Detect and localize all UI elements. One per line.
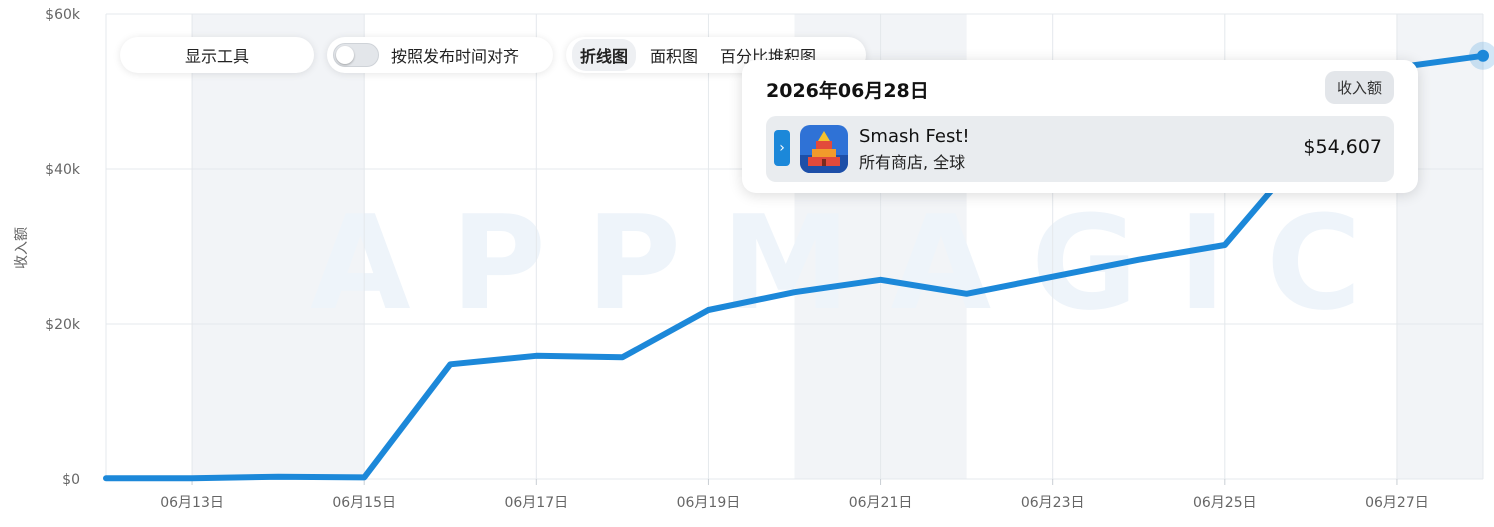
data-tooltip: 2026年06月28日 收入额 › Smash Fest! 所有商店, 全球 $… xyxy=(742,60,1418,193)
chart-type-line-tab[interactable]: 折线图 xyxy=(572,39,637,71)
align-release-toggle-control[interactable]: 按照发布时间对齐 xyxy=(327,37,553,73)
x-tick-label: 06月23日 xyxy=(1021,495,1085,511)
align-release-toggle[interactable] xyxy=(333,43,379,67)
highlighted-data-point xyxy=(1477,49,1489,62)
y-tick-label: $20k xyxy=(45,317,81,333)
series-marker-icon: › xyxy=(774,130,790,166)
toggle-knob xyxy=(336,46,354,64)
chart-type-area-tab[interactable]: 面积图 xyxy=(642,39,706,71)
tooltip-metric-badge: 收入额 xyxy=(1324,71,1394,104)
tooltip-app-name: Smash Fest! xyxy=(859,126,970,147)
show-tools-label: 显示工具 xyxy=(184,47,249,66)
tooltip-app-row: › Smash Fest! 所有商店, 全球 $54,607 xyxy=(766,116,1394,182)
tooltip-date: 2026年06月28日 xyxy=(766,80,929,102)
y-tick-label: $40k xyxy=(45,162,81,178)
app-icon xyxy=(800,125,848,173)
x-tick-label: 06月13日 xyxy=(160,495,224,511)
x-tick-label: 06月25日 xyxy=(1193,495,1257,511)
x-tick-label: 06月19日 xyxy=(677,495,741,511)
y-axis-label: 收入额 xyxy=(14,227,30,269)
watermark: APPMAGIC xyxy=(310,187,1402,339)
y-tick-label: $60k xyxy=(45,7,81,23)
y-tick-label: $0 xyxy=(62,472,80,488)
tooltip-app-subtitle: 所有商店, 全球 xyxy=(859,153,966,172)
x-tick-label: 06月17日 xyxy=(504,495,568,511)
tooltip-app-value: $54,607 xyxy=(1303,136,1382,158)
x-tick-label: 06月15日 xyxy=(332,495,396,511)
x-tick-label: 06月27日 xyxy=(1365,495,1429,511)
x-tick-label: 06月21日 xyxy=(849,495,913,511)
show-tools-button[interactable]: 显示工具 xyxy=(120,37,314,73)
align-release-label: 按照发布时间对齐 xyxy=(391,47,520,66)
